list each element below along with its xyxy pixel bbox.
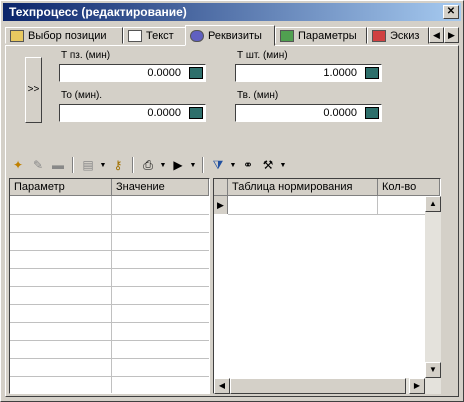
to-field[interactable]: 0.0000 [59,104,206,122]
tab-scroll-left-button[interactable]: ◀ [429,27,444,43]
chevron-down-icon[interactable]: ▼ [99,162,107,169]
tpz-value: 0.0000 [147,67,181,79]
edit-icon[interactable]: ✎ [29,156,47,174]
tab-label: Текст [146,29,174,42]
chevron-down-icon[interactable]: ▼ [229,162,237,169]
requisites-icon [190,29,204,42]
to-value: 0.0000 [147,107,181,119]
row-line [10,286,209,287]
tpz-field[interactable]: 0.0000 [59,64,206,82]
window-title: Техпроцесс (редактирование) [9,5,187,19]
scroll-down-button[interactable]: ▼ [425,362,441,378]
norm-table[interactable]: Таблица нормирования Кол-во ▶ [213,178,441,394]
row-line [228,214,440,215]
row-line [10,358,209,359]
row-indicator-header [214,179,228,196]
tab-label: Эскиз [390,29,420,42]
row-line [10,214,209,215]
title-bar[interactable]: Техпроцесс (редактирование) ✕ [3,3,461,21]
tpz-label: Т пз. (мин) [61,50,111,61]
chevron-down-icon[interactable]: ▼ [189,162,197,169]
calculator-icon[interactable] [365,67,379,79]
delete-icon[interactable]: ▬ [49,156,67,174]
scroll-up-button[interactable]: ▲ [425,196,441,212]
calculator-icon[interactable] [189,107,203,119]
horizontal-scrollbar[interactable]: ◀ ▶ [214,378,441,394]
column-divider [111,196,112,393]
tab-parameters[interactable]: Параметры [275,27,367,44]
tsht-label: Т шт. (мин) [237,50,288,61]
row-line [10,322,209,323]
tab-label: Выбор позиции [28,29,107,42]
to-label: То (мин). [61,90,103,101]
tab-scroll-right-button[interactable]: ▶ [444,27,459,43]
document-icon[interactable]: ▤ [79,156,97,174]
key-icon[interactable]: ⚷ [109,156,127,174]
row-line [10,304,209,305]
toolbar: ✦ ✎ ▬ ▤ ▼ ⚷ ⎙ ▼ ▶ ▼ ⧩ ▼ ⚭ ⚒ ▼ [9,154,287,176]
tsht-field[interactable]: 1.0000 [235,64,382,82]
tv-label: Тв. (мин) [237,90,279,101]
row-line [10,376,209,377]
parameters-table[interactable]: Параметр Значение [9,178,210,394]
toolbar-separator [132,157,134,173]
sketch-icon [372,29,386,42]
close-button[interactable]: ✕ [443,5,459,19]
column-header-norm-table[interactable]: Таблица нормирования [228,179,378,196]
tab-label: Параметры [298,29,357,42]
row-line [10,250,209,251]
add-icon[interactable]: ✦ [9,156,27,174]
scroll-thumb[interactable] [230,378,406,394]
calculator-icon[interactable] [189,67,203,79]
tab-position-select[interactable]: Выбор позиции [5,27,123,44]
toolbar-separator [72,157,74,173]
tab-requisites[interactable]: Реквизиты [185,25,275,46]
tab-text[interactable]: Текст [123,27,187,44]
current-row-icon[interactable]: ▶ [214,196,228,214]
tv-value: 0.0000 [323,107,357,119]
row-line [10,268,209,269]
tab-sketch[interactable]: Эскиз [367,27,429,44]
tab-strip: Выбор позиции Текст Реквизиты Параметры … [5,25,459,46]
tsht-value: 1.0000 [323,67,357,79]
column-header-parameter[interactable]: Параметр [10,179,112,196]
column-header-quantity[interactable]: Кол-во [378,179,440,196]
scroll-right-button[interactable]: ▶ [409,378,425,394]
text-icon [128,29,142,42]
row-line [10,340,209,341]
tools-icon[interactable]: ⚒ [259,156,277,174]
position-icon [10,29,24,42]
techprocess-window: Техпроцесс (редактирование) ✕ Выбор пози… [0,0,464,402]
play-icon[interactable]: ▶ [169,156,187,174]
chevron-down-icon[interactable]: ▼ [279,162,287,169]
expand-button[interactable]: >> [25,57,42,123]
toolbar-separator [202,157,204,173]
scroll-left-button[interactable]: ◀ [214,378,230,394]
calculator-icon[interactable] [365,107,379,119]
filter-icon[interactable]: ⧩ [209,156,227,174]
chevron-down-icon[interactable]: ▼ [159,162,167,169]
column-divider [377,196,378,214]
parameters-icon [280,29,294,42]
row-line [10,232,209,233]
column-header-value[interactable]: Значение [112,179,209,196]
print-icon[interactable]: ⎙ [139,156,157,174]
binoculars-icon[interactable]: ⚭ [239,156,257,174]
vertical-scrollbar[interactable]: ▲ ▼ [425,196,441,378]
tv-field[interactable]: 0.0000 [235,104,382,122]
tab-label: Реквизиты [208,29,262,42]
